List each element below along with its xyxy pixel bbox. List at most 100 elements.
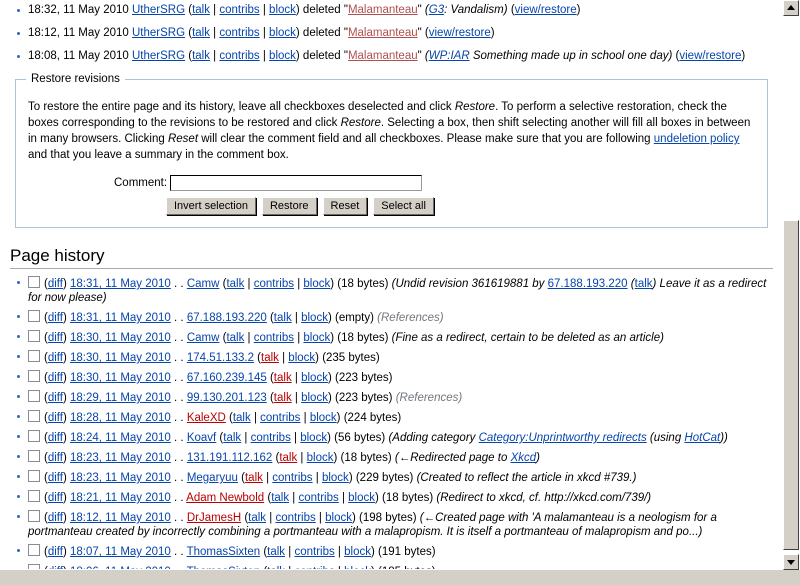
user-talk-link[interactable]: talk — [267, 546, 285, 558]
revision-checkbox[interactable] — [28, 350, 40, 362]
user-talk-link[interactable]: talk — [248, 512, 266, 524]
diff-link[interactable]: diff — [48, 452, 63, 464]
log-view-restore-link[interactable]: view/restore — [679, 50, 741, 62]
user-talk-link[interactable]: talk — [279, 452, 297, 464]
log-user-contribs-link[interactable]: contribs — [219, 4, 259, 16]
revision-checkbox[interactable] — [28, 310, 40, 322]
user-block-link[interactable]: block — [307, 452, 334, 464]
log-deleted-page-link[interactable]: Malamanteau — [348, 50, 418, 62]
user-contribs-link[interactable]: contribs — [254, 278, 294, 290]
revision-date-link[interactable]: 18:30, 11 May 2010 — [70, 352, 171, 364]
revision-user-link[interactable]: 67.160.239.145 — [187, 372, 267, 384]
scroll-up-button[interactable] — [783, 0, 799, 16]
log-user-link[interactable]: UtherSRG — [132, 4, 185, 16]
user-block-link[interactable]: block — [288, 352, 315, 364]
diff-link[interactable]: diff — [48, 412, 63, 424]
user-block-link[interactable]: block — [348, 492, 375, 504]
user-block-link[interactable]: block — [300, 432, 327, 444]
diff-link[interactable]: diff — [48, 546, 63, 558]
invert-selection-button[interactable]: Invert selection — [166, 197, 256, 215]
log-reason-code-link[interactable]: G3 — [429, 4, 444, 16]
user-talk-link[interactable]: talk — [245, 472, 263, 484]
revision-date-link[interactable]: 18:31, 11 May 2010 — [70, 278, 171, 290]
user-block-link[interactable]: block — [301, 392, 328, 404]
user-contribs-link[interactable]: contribs — [298, 492, 338, 504]
log-user-link[interactable]: UtherSRG — [132, 27, 185, 39]
revision-checkbox[interactable] — [28, 450, 40, 462]
user-talk-link[interactable]: talk — [226, 278, 244, 290]
log-user-block-link[interactable]: block — [269, 4, 296, 16]
vertical-scrollbar[interactable] — [782, 0, 800, 570]
user-talk-link[interactable]: talk — [274, 392, 292, 404]
revision-checkbox[interactable] — [28, 544, 40, 556]
revision-date-link[interactable]: 18:29, 11 May 2010 — [70, 392, 171, 404]
user-contribs-link[interactable]: contribs — [294, 546, 334, 558]
revision-date-link[interactable]: 18:21, 11 May 2010 — [70, 492, 171, 504]
user-contribs-link[interactable]: contribs — [275, 512, 315, 524]
revision-user-link[interactable]: 174.51.133.2 — [187, 352, 254, 364]
user-talk-link[interactable]: talk — [274, 372, 292, 384]
revision-user-link[interactable]: ThomasSixten — [187, 546, 261, 558]
revision-user-link[interactable]: DrJamesH — [187, 512, 241, 524]
revision-checkbox[interactable] — [28, 410, 40, 422]
revision-user-link[interactable]: Adam Newbold — [186, 492, 264, 504]
revision-date-link[interactable]: 18:23, 11 May 2010 — [70, 452, 171, 464]
user-block-link[interactable]: block — [303, 278, 330, 290]
revision-date-link[interactable]: 18:23, 11 May 2010 — [70, 472, 171, 484]
revision-user-link[interactable]: 99.130.201.123 — [187, 392, 267, 404]
user-contribs-link[interactable]: contribs — [260, 412, 300, 424]
comment-link[interactable]: talk — [635, 278, 653, 290]
log-user-contribs-link[interactable]: contribs — [219, 27, 259, 39]
scroll-down-button[interactable] — [783, 554, 799, 570]
scrollbar-track[interactable] — [783, 16, 799, 554]
revision-date-link[interactable]: 18:30, 11 May 2010 — [70, 332, 171, 344]
comment-link[interactable]: Xkcd — [511, 452, 537, 464]
log-user-link[interactable]: UtherSRG — [132, 50, 185, 62]
revision-date-link[interactable]: 18:31, 11 May 2010 — [70, 312, 171, 324]
user-talk-link[interactable]: talk — [274, 312, 292, 324]
revision-user-link[interactable]: 67.188.193.220 — [187, 312, 267, 324]
log-user-contribs-link[interactable]: contribs — [219, 50, 259, 62]
user-block-link[interactable]: block — [344, 546, 371, 558]
user-block-link[interactable]: block — [301, 372, 328, 384]
revision-checkbox[interactable] — [28, 490, 40, 502]
user-talk-link[interactable]: talk — [226, 332, 244, 344]
user-contribs-link[interactable]: contribs — [272, 472, 312, 484]
revision-user-link[interactable]: Camw — [187, 278, 220, 290]
log-deleted-page-link[interactable]: Malamanteau — [348, 4, 418, 16]
revision-checkbox[interactable] — [28, 370, 40, 382]
comment-link[interactable]: Category:Unprintworthy redirects — [479, 432, 647, 444]
revision-checkbox[interactable] — [28, 470, 40, 482]
revision-date-link[interactable]: 18:30, 11 May 2010 — [70, 372, 171, 384]
revision-user-link[interactable]: KaleXD — [187, 412, 226, 424]
revision-date-link[interactable]: 18:12, 11 May 2010 — [70, 512, 171, 524]
revision-date-link[interactable]: 18:24, 11 May 2010 — [70, 432, 171, 444]
diff-link[interactable]: diff — [48, 472, 63, 484]
user-block-link[interactable]: block — [301, 312, 328, 324]
reset-button[interactable]: Reset — [322, 197, 368, 215]
restore-button[interactable]: Restore — [261, 197, 317, 215]
diff-link[interactable]: diff — [48, 352, 63, 364]
revision-checkbox[interactable] — [28, 430, 40, 442]
user-block-link[interactable]: block — [325, 512, 352, 524]
diff-link[interactable]: diff — [48, 392, 63, 404]
log-user-block-link[interactable]: block — [269, 50, 296, 62]
diff-link[interactable]: diff — [48, 372, 63, 384]
revision-user-link[interactable]: Koavf — [187, 432, 216, 444]
revision-checkbox[interactable] — [28, 330, 40, 342]
undeletion-policy-link[interactable]: undeletion policy — [654, 133, 740, 145]
comment-link[interactable]: HotCat — [684, 432, 720, 444]
log-user-talk-link[interactable]: talk — [192, 50, 210, 62]
user-block-link[interactable]: block — [322, 472, 349, 484]
revision-checkbox[interactable] — [28, 510, 40, 522]
select-all-button[interactable]: Select all — [373, 197, 434, 215]
scrollbar-thumb[interactable] — [783, 220, 799, 550]
revision-date-link[interactable]: 18:07, 11 May 2010 — [70, 546, 171, 558]
diff-link[interactable]: diff — [48, 432, 63, 444]
diff-link[interactable]: diff — [48, 278, 63, 290]
user-talk-link[interactable]: talk — [271, 492, 289, 504]
comment-link[interactable]: 67.188.193.220 — [548, 278, 628, 290]
diff-link[interactable]: diff — [48, 332, 63, 344]
log-deleted-page-link[interactable]: Malamanteau — [348, 27, 418, 39]
revision-user-link[interactable]: Megaryuu — [187, 472, 238, 484]
